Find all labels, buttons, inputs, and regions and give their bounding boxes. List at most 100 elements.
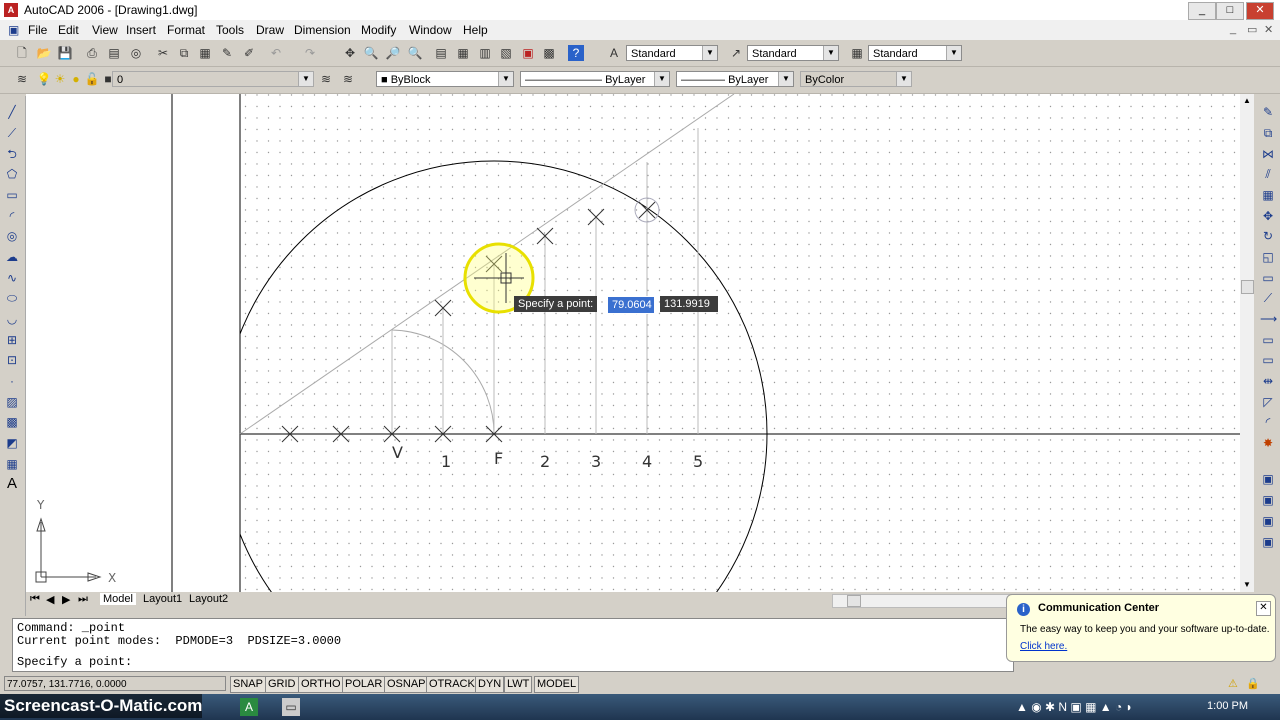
lineweight-select[interactable]: ———— ByLayer ▼ [676,71,794,87]
last-tab-icon[interactable]: ⏭ [78,593,88,606]
menu-modify[interactable]: Modify [361,23,396,37]
dim-style-icon[interactable]: ↗ [728,45,744,61]
color-select[interactable]: ■ ByBlock ▼ [376,71,514,87]
menu-draw[interactable]: Draw [256,23,284,37]
properties-icon[interactable]: ▤ [433,45,449,61]
dynamic-input-y[interactable]: 131.9919 [660,296,718,312]
tool-palettes-icon[interactable]: ▥ [477,45,493,61]
make-current-layer-icon[interactable]: ≋ [318,71,334,87]
autocad-taskbar-icon[interactable]: A [240,698,258,716]
drawing-area[interactable]: V 1 F 2 3 4 5 Y X [26,94,1240,592]
construction-line-icon[interactable]: ⟋ [4,125,20,141]
circle-icon[interactable]: ◎ [4,228,20,244]
ellipse-icon[interactable]: ⬭ [4,290,20,306]
doc-minimize-button[interactable]: _ [1230,23,1236,35]
zoom-realtime-icon[interactable]: 🔍 [363,45,379,61]
dyn-toggle[interactable]: DYN [475,676,505,693]
hscroll-thumb[interactable] [847,595,861,607]
table-style-select[interactable]: Standard ▼ [868,45,962,61]
calculator-icon[interactable]: ▩ [541,45,557,61]
plot-icon[interactable]: ⎙ [84,45,100,61]
region-icon[interactable]: ◩ [4,435,20,451]
scroll-up-icon[interactable]: ▲ [1243,96,1251,105]
rectangle-icon[interactable]: ▭ [4,187,20,203]
clock[interactable]: 1:00 PM [1207,700,1248,712]
menu-file[interactable]: File [28,23,47,37]
markup-icon[interactable]: ▣ [520,45,536,61]
layer-on-icon[interactable]: 💡 [36,71,52,87]
ellipse-arc-icon[interactable]: ◡ [4,311,20,327]
table-style-icon[interactable]: ▦ [849,45,865,61]
snap-toggle[interactable]: SNAP [230,676,266,693]
maximize-button[interactable]: □ [1216,2,1244,20]
lwt-toggle[interactable]: LWT [504,676,533,693]
copy-object-icon[interactable]: ⧉ [1260,125,1276,141]
scale-icon[interactable]: ◱ [1260,249,1276,265]
rotate-icon[interactable]: ↻ [1260,228,1276,244]
lock-icon[interactable]: 🔒 [1246,677,1260,690]
tab-layout1[interactable]: Layout1 [140,593,185,605]
move-icon[interactable]: ✥ [1260,208,1276,224]
copy-icon[interactable]: ⧉ [176,45,192,61]
layer-manager-icon[interactable]: ≋ [14,71,30,87]
undo-icon[interactable]: ↶ [268,45,284,61]
design-center-icon[interactable]: ▦ [455,45,471,61]
fillet-icon[interactable]: ◜ [1260,414,1276,430]
multiline-text-icon[interactable]: A [4,476,20,492]
text-style-select[interactable]: Standard ▼ [626,45,718,61]
tab-model[interactable]: Model [100,593,136,605]
help-icon[interactable]: ? [568,45,584,61]
cut-icon[interactable]: ✂ [155,45,171,61]
draw-order-icon[interactable]: ▣ [1260,471,1276,487]
menu-tools[interactable]: Tools [216,23,244,37]
ortho-toggle[interactable]: ORTHO [298,676,344,693]
model-toggle[interactable]: MODEL [534,676,580,693]
publish-icon[interactable]: ◎ [128,45,144,61]
text-front-icon[interactable]: ▣ [1260,534,1276,550]
new-icon[interactable]: 🗋 [14,45,30,61]
scroll-thumb[interactable] [1241,280,1254,294]
linetype-select[interactable]: ——————— ByLayer ▼ [520,71,670,87]
layer-lock-icon[interactable]: 🔓 [84,71,100,87]
send-back-icon[interactable]: ▣ [1260,513,1276,529]
menu-insert[interactable]: Insert [126,23,156,37]
sheet-set-icon[interactable]: ▧ [498,45,514,61]
doc-close-button[interactable]: ✕ [1264,23,1273,36]
save-icon[interactable]: 💾 [57,45,73,61]
command-prompt[interactable]: Specify a point: [17,655,132,669]
point-icon[interactable]: · [4,373,20,389]
prev-tab-icon[interactable]: ◀ [46,593,54,606]
text-style-icon[interactable]: A [606,45,622,61]
document-icon[interactable]: ▣ [8,23,19,37]
osnap-toggle[interactable]: OSNAP [384,676,429,693]
make-block-icon[interactable]: ⊡ [4,352,20,368]
paste-icon[interactable]: ▦ [197,45,213,61]
menu-edit[interactable]: Edit [58,23,79,37]
dim-style-select[interactable]: Standard ▼ [747,45,839,61]
layer-select[interactable]: 0 ▼ [112,71,314,87]
explode-icon[interactable]: ✸ [1260,435,1276,451]
next-tab-icon[interactable]: ▶ [62,593,70,606]
erase-icon[interactable]: ✎ [1260,104,1276,120]
join-icon[interactable]: ⇹ [1260,373,1276,389]
arc-icon[interactable]: ◜ [4,208,20,224]
dynamic-input-x[interactable]: 79.0604 [607,296,655,314]
spline-icon[interactable]: ∿ [4,270,20,286]
tray-icons[interactable]: ▲ ◉ ✱ N ▣ ▦ ▲ ◔ ◗ [1016,700,1133,714]
polygon-icon[interactable]: ⬠ [4,166,20,182]
tab-layout2[interactable]: Layout2 [186,593,231,605]
open-icon[interactable]: 📂 [36,45,52,61]
minimize-button[interactable]: _ [1188,2,1216,20]
break-at-point-icon[interactable]: ▭ [1260,332,1276,348]
coordinate-display[interactable]: 77.0757, 131.7716, 0.0000 [4,676,226,691]
otrack-toggle[interactable]: OTRACK [426,676,478,693]
table-icon[interactable]: ▦ [4,456,20,472]
balloon-link[interactable]: Click here. [1020,641,1067,652]
first-tab-icon[interactable]: ⏮ [30,593,40,606]
layer-freeze-icon[interactable]: ☀ [52,71,68,87]
zoom-window-icon[interactable]: 🔎 [385,45,401,61]
line-icon[interactable]: ╱ [4,104,20,120]
balloon-close-icon[interactable]: ✕ [1256,601,1271,616]
break-icon[interactable]: ▭ [1260,352,1276,368]
layer-previous-icon[interactable]: ≋ [340,71,356,87]
